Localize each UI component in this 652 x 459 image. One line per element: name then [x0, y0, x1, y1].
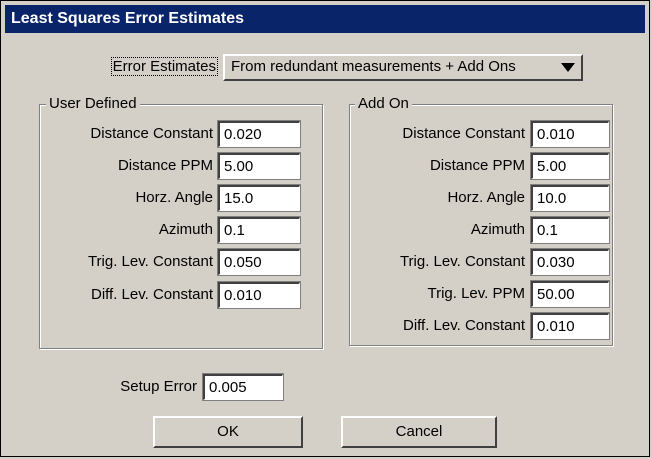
setup-error-field[interactable]: 0.005: [202, 373, 284, 401]
title-bar[interactable]: Least Squares Error Estimates: [5, 5, 645, 33]
ao-trig-lev-ppm-label: Trig. Lev. PPM: [427, 285, 525, 302]
ao-azimuth-field[interactable]: 0.1: [530, 216, 610, 244]
ud-distance-ppm-label: Distance PPM: [117, 157, 213, 174]
ao-trig-lev-constant-label: Trig. Lev. Constant: [399, 253, 525, 270]
ao-diff-lev-constant-label: Diff. Lev. Constant: [402, 317, 525, 334]
ud-distance-constant-label: Distance Constant: [90, 125, 213, 142]
ud-diff-lev-constant-label: Diff. Lev. Constant: [90, 286, 213, 303]
ud-azimuth-label: Azimuth: [158, 221, 213, 238]
ao-horz-angle-field[interactable]: 10.0: [530, 184, 610, 212]
ao-distance-ppm-field[interactable]: 5.00: [530, 152, 610, 180]
ud-horz-angle-field[interactable]: 15.0: [217, 184, 301, 212]
ao-azimuth-label: Azimuth: [470, 221, 525, 238]
ud-trig-lev-constant-field[interactable]: 0.050: [217, 248, 301, 276]
ud-trig-lev-constant-label: Trig. Lev. Constant: [87, 253, 213, 270]
ao-distance-ppm-label: Distance PPM: [429, 157, 525, 174]
add-on-title: Add On: [355, 95, 412, 113]
ud-distance-constant-field[interactable]: 0.020: [217, 120, 301, 148]
ao-diff-lev-constant-field[interactable]: 0.010: [530, 312, 610, 340]
ud-distance-ppm-field[interactable]: 5.00: [217, 152, 301, 180]
ao-trig-lev-ppm-field[interactable]: 50.00: [530, 280, 610, 308]
ao-distance-constant-label: Distance Constant: [402, 125, 525, 142]
ud-horz-angle-label: Horz. Angle: [135, 189, 213, 206]
error-estimates-dropdown[interactable]: From redundant measurements + Add Ons: [223, 54, 583, 81]
error-estimates-selected: From redundant measurements + Add Ons: [231, 58, 516, 75]
chevron-down-icon[interactable]: [561, 63, 575, 72]
setup-error-label: Setup Error: [120, 378, 197, 395]
ud-diff-lev-constant-field[interactable]: 0.010: [217, 281, 301, 309]
ud-azimuth-field[interactable]: 0.1: [217, 216, 301, 244]
error-estimates-label: Error Estimates: [98, 56, 218, 78]
user-defined-title: User Defined: [46, 95, 140, 113]
dialog-window: Least Squares Error Estimates Error Esti…: [0, 0, 650, 457]
ao-distance-constant-field[interactable]: 0.010: [530, 120, 610, 148]
cancel-button[interactable]: Cancel: [341, 416, 497, 448]
ok-button[interactable]: OK: [153, 416, 303, 448]
ao-horz-angle-label: Horz. Angle: [447, 189, 525, 206]
error-estimates-label-text: Error Estimates: [110, 57, 218, 76]
ao-trig-lev-constant-field[interactable]: 0.030: [530, 248, 610, 276]
